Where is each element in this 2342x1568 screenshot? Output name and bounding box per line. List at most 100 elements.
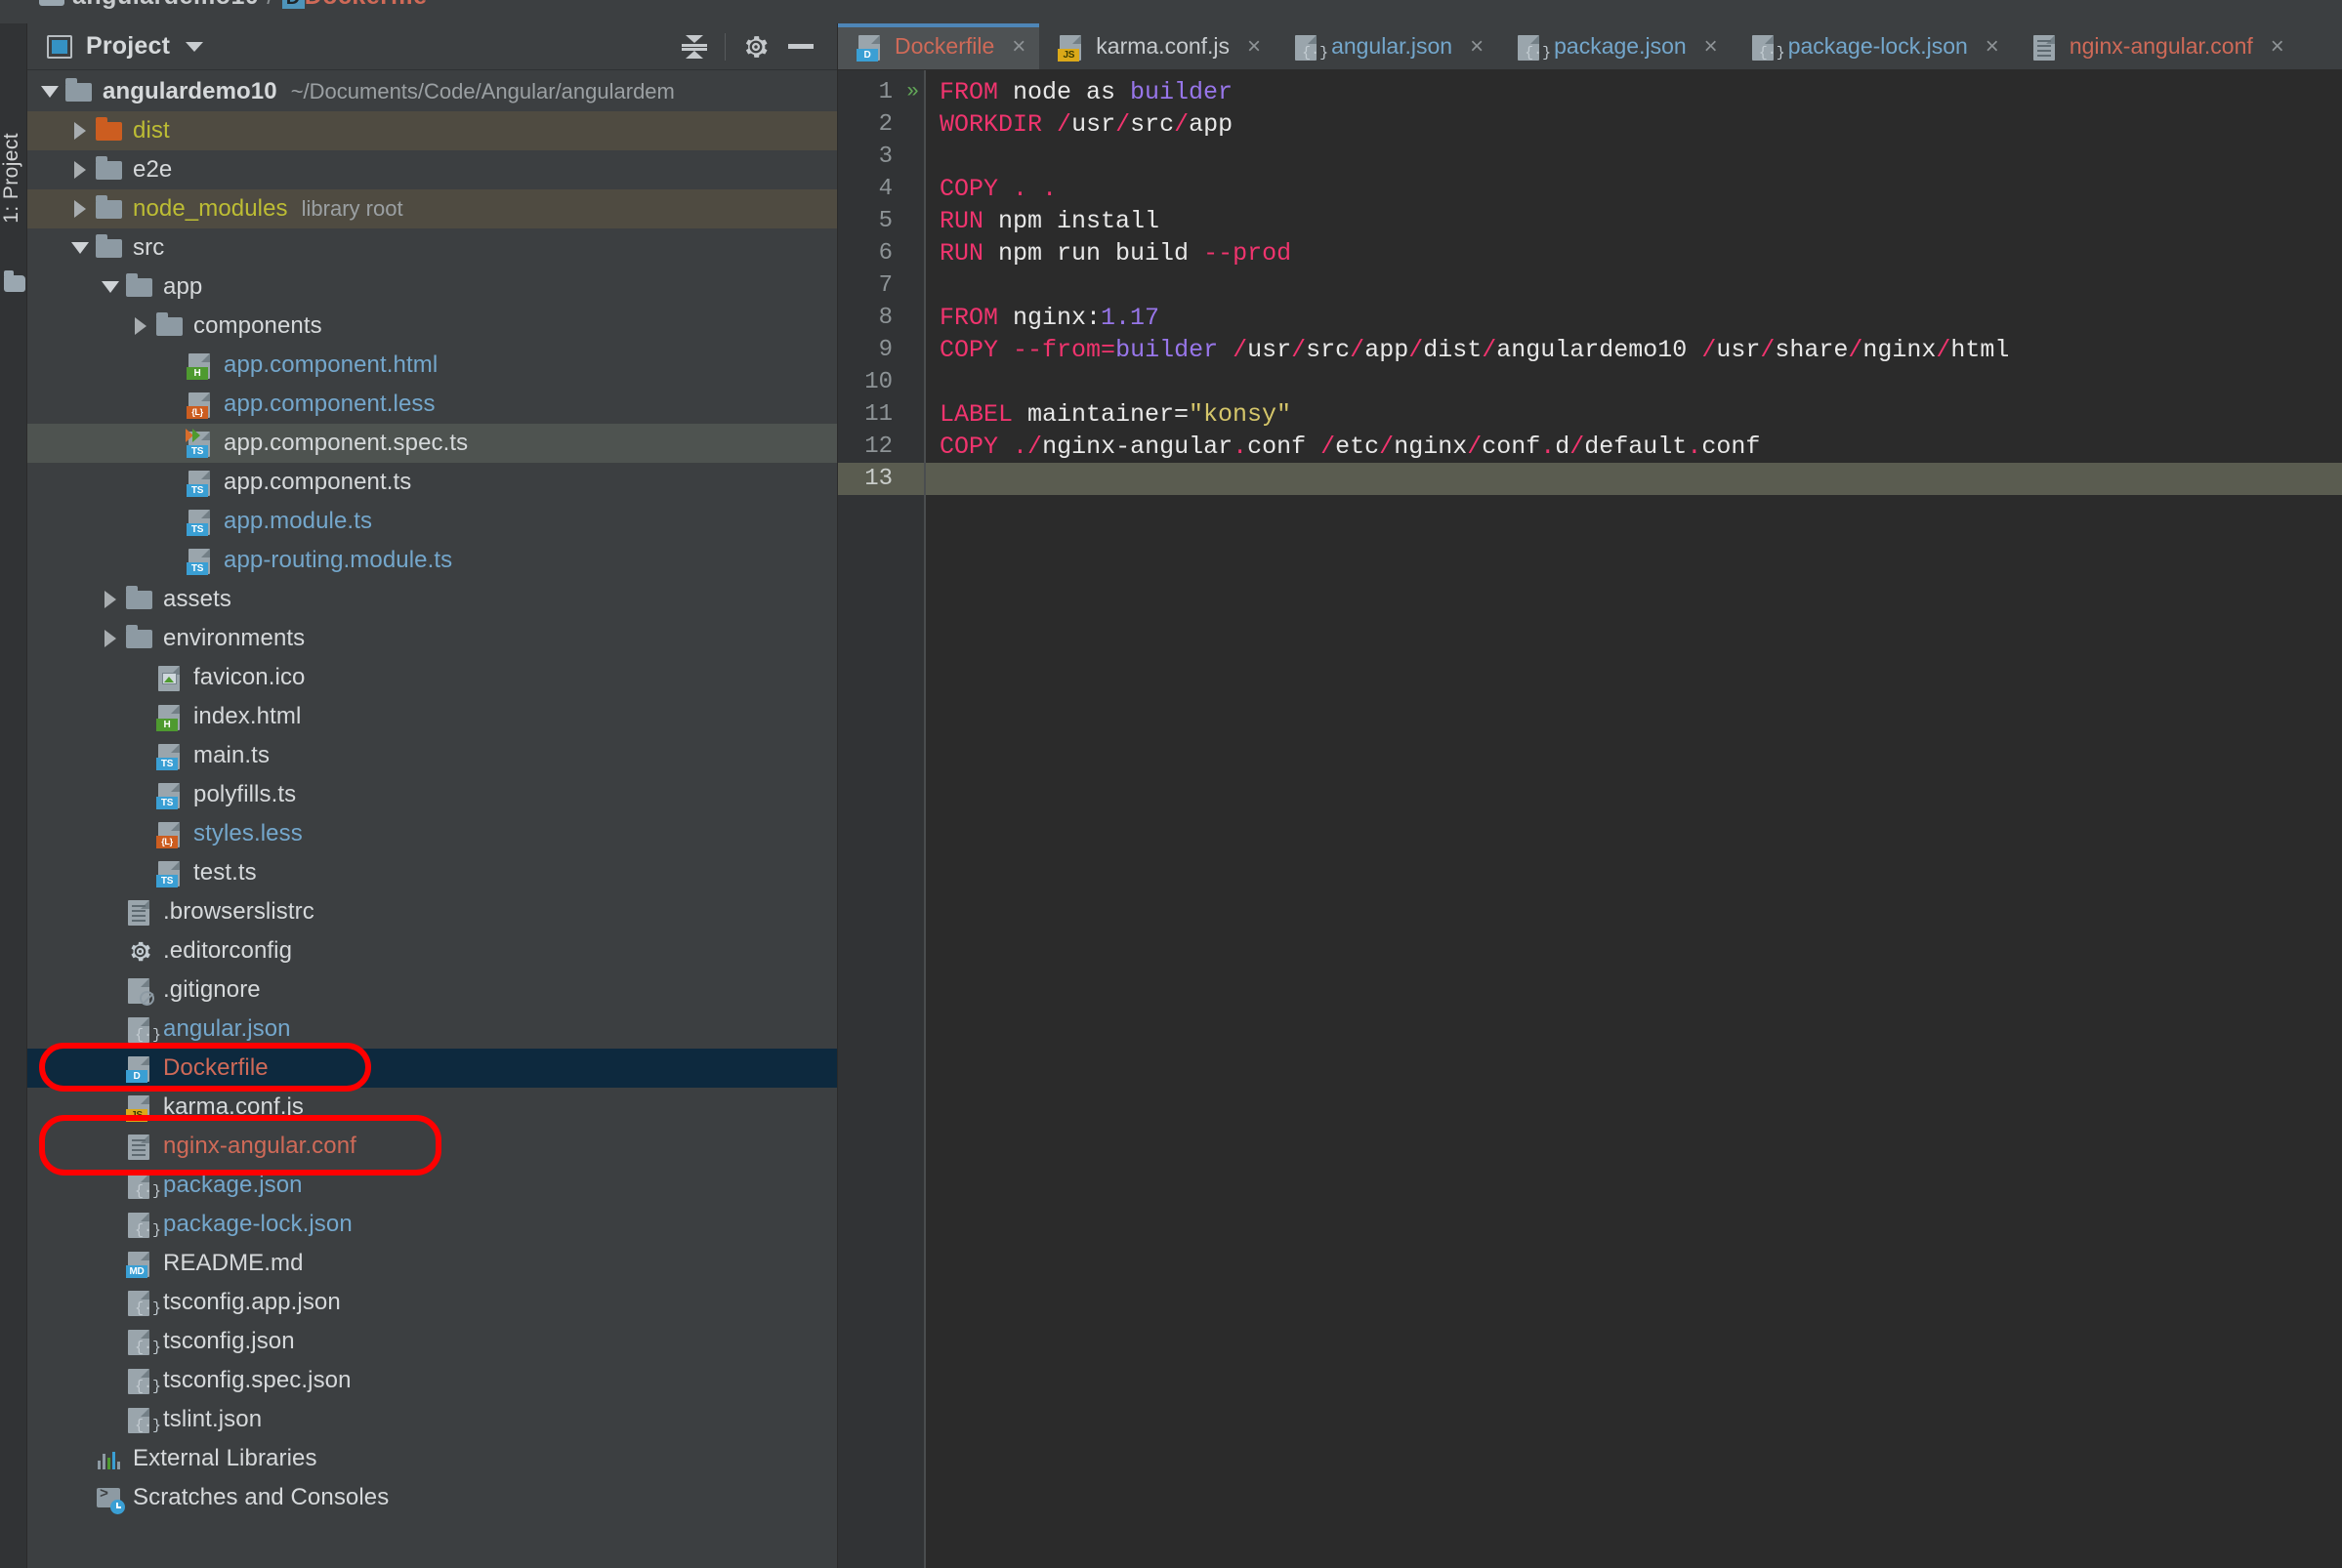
text-file-icon [125, 897, 154, 927]
code-token: conf [1482, 433, 1541, 461]
tree-node-scratches-and-consoles[interactable]: Scratches and Consoles [27, 1478, 837, 1517]
less-file-icon: {L} [155, 819, 185, 848]
sidebar-item-project[interactable]: 1: Project [0, 133, 27, 224]
code-token: src [1130, 110, 1175, 139]
tree-node-browserslistrc[interactable]: .browserslistrc [27, 892, 837, 931]
json-file-icon: {·} [125, 1014, 161, 1044]
close-icon[interactable]: × [1247, 33, 1261, 61]
code-editor[interactable]: 1» 2 3 4 5 6 7 8 9 10 11 12 13 FROM node as builder W… [838, 70, 2342, 1568]
expand-arrow-icon[interactable] [126, 317, 155, 335]
tree-node-environments[interactable]: environments [27, 619, 837, 658]
json-file-icon: {·} [125, 1366, 161, 1395]
tab-nginx-angular-conf[interactable]: nginx-angular.conf × [2013, 23, 2298, 69]
tree-node-assets[interactable]: assets [27, 580, 837, 619]
tree-node-gitignore[interactable]: .gitignore [27, 970, 837, 1010]
expand-arrow-icon[interactable] [96, 591, 125, 608]
tree-node-polyfills-ts[interactable]: TS polyfills.ts [27, 775, 837, 814]
tree-node-package-json[interactable]: {·} package.json [27, 1166, 837, 1205]
close-icon[interactable]: × [1704, 33, 1718, 61]
tree-node-editorconfig[interactable]: .editorconfig [27, 931, 837, 970]
code-token: html [1950, 336, 2010, 364]
tree-node-karma-conf-js[interactable]: JS karma.conf.js [27, 1088, 837, 1127]
line-number: 10 [864, 369, 893, 395]
breadcrumb-separator: / [259, 0, 281, 10]
tree-node-app-component-less[interactable]: {L} app.component.less [27, 385, 837, 424]
code-token: 1.17 [1101, 304, 1160, 332]
tree-node-tslint-json[interactable]: {·} tslint.json [27, 1400, 837, 1439]
tree-node-main-ts[interactable]: TS main.ts [27, 736, 837, 775]
folder-icon [125, 272, 154, 302]
code-token: share [1775, 336, 1849, 364]
project-panel: Project angulardemo10 ~/Documents/Code/An… [27, 23, 838, 1568]
expand-arrow-icon[interactable] [65, 122, 95, 140]
tree-node-tsconfig-app-json[interactable]: {·} tsconfig.app.json [27, 1283, 837, 1322]
code-token: / [1174, 110, 1190, 139]
collapse-arrow-icon[interactable] [65, 242, 95, 254]
tree-node-styles-less[interactable]: {L} styles.less [27, 814, 837, 853]
tree-node-label: app.component.spec.ts [224, 430, 469, 456]
tree-node-index-html[interactable]: Hindex.html [27, 697, 837, 736]
breadcrumb-file[interactable]: Dockerfile [305, 0, 428, 10]
collapse-all-button[interactable] [672, 24, 717, 69]
expand-arrow-icon[interactable] [96, 630, 125, 647]
tree-node-external-libraries[interactable]: External Libraries [27, 1439, 837, 1478]
expand-arrow-icon[interactable] [65, 161, 95, 179]
tab-karma-conf-js[interactable]: JS karma.conf.js × [1039, 23, 1275, 69]
tree-node-package-lock-json[interactable]: {·} package-lock.json [27, 1205, 837, 1244]
tree-node-tsconfig-spec-json[interactable]: {·} tsconfig.spec.json [27, 1361, 837, 1400]
folder-icon [95, 233, 124, 263]
line-number: 9 [878, 337, 893, 363]
code-line: LABEL maintainer="konsy" [926, 398, 2342, 431]
tab-angular-json[interactable]: {·} angular.json × [1275, 23, 1497, 69]
tab-label: nginx-angular.conf [2069, 33, 2253, 59]
tree-node-app-routing-module-ts[interactable]: TS app-routing.module.ts [27, 541, 837, 580]
json-file-icon: {·} [125, 1405, 161, 1434]
scratches-icon [95, 1483, 125, 1514]
expand-arrow-icon[interactable] [65, 200, 95, 218]
tree-node-src[interactable]: src [27, 228, 837, 268]
tree-node-angular-json[interactable]: {·} angular.json [27, 1010, 837, 1049]
tree-node-label: angulardemo10 [103, 78, 277, 104]
code-token: / [1467, 433, 1483, 461]
tree-node-readme-md[interactable]: MD README.md [27, 1244, 837, 1283]
close-icon[interactable]: × [2271, 33, 2284, 61]
collapse-arrow-icon[interactable] [96, 281, 125, 293]
tree-node-app-component-ts[interactable]: TS app.component.ts [27, 463, 837, 502]
hide-panel-button[interactable] [778, 24, 823, 69]
code-token: nginx-angular [1042, 433, 1234, 461]
tree-node-label: .gitignore [163, 976, 261, 1003]
tab-package-lock-json[interactable]: {·} package-lock.json × [1732, 23, 2013, 69]
tree-node-app[interactable]: app [27, 268, 837, 307]
tree-node-tsconfig-json[interactable]: {·} tsconfig.json [27, 1322, 837, 1361]
tree-node-components[interactable]: components [27, 307, 837, 346]
tree-node-node-modules[interactable]: node_modules library root [27, 189, 837, 228]
breadcrumb-project[interactable]: angulardemo10 [72, 0, 259, 10]
tree-node-label: app.component.less [224, 391, 436, 417]
code-token: / [1408, 336, 1424, 364]
tree-node-app-component-spec-ts[interactable]: TS app.component.spec.ts [27, 424, 837, 463]
tree-node-dist[interactable]: dist [27, 111, 837, 150]
tree-node-nginx-angular-conf[interactable]: nginx-angular.conf [27, 1127, 837, 1166]
code-token: / [1027, 433, 1043, 461]
tree-node-label: app.component.ts [224, 469, 412, 495]
tree-node-favicon-ico[interactable]: favicon.ico [27, 658, 837, 697]
tree-node-e2e[interactable]: e2e [27, 150, 837, 189]
settings-button[interactable] [733, 24, 778, 69]
tree-node-app-component-html[interactable]: Happ.component.html [27, 346, 837, 385]
tree-node-label: .browserslistrc [163, 898, 314, 925]
tree-node-dockerfile[interactable]: D Dockerfile [27, 1049, 837, 1088]
tab-dockerfile[interactable]: D Dockerfile × [838, 23, 1040, 69]
close-icon[interactable]: × [1986, 33, 1999, 61]
chevron-down-icon[interactable] [186, 41, 204, 52]
tree-node-angulardemo10[interactable]: angulardemo10 ~/Documents/Code/Angular/an… [27, 72, 837, 111]
code-content[interactable]: FROM node as builder WORKDIR /usr/src/app… [926, 70, 2342, 1568]
close-icon[interactable]: × [1012, 33, 1025, 61]
run-marker-icon[interactable]: » [906, 82, 919, 103]
close-icon[interactable]: × [1470, 33, 1484, 61]
tab-package-json[interactable]: {·} package.json × [1497, 23, 1732, 69]
tree-node-label: main.ts [193, 742, 271, 768]
tree-node-app-module-ts[interactable]: TS app.module.ts [27, 502, 837, 541]
collapse-arrow-icon[interactable] [35, 86, 64, 98]
tree-node-test-ts[interactable]: TS test.ts [27, 853, 837, 892]
project-tree[interactable]: angulardemo10 ~/Documents/Code/Angular/an… [27, 70, 837, 1568]
